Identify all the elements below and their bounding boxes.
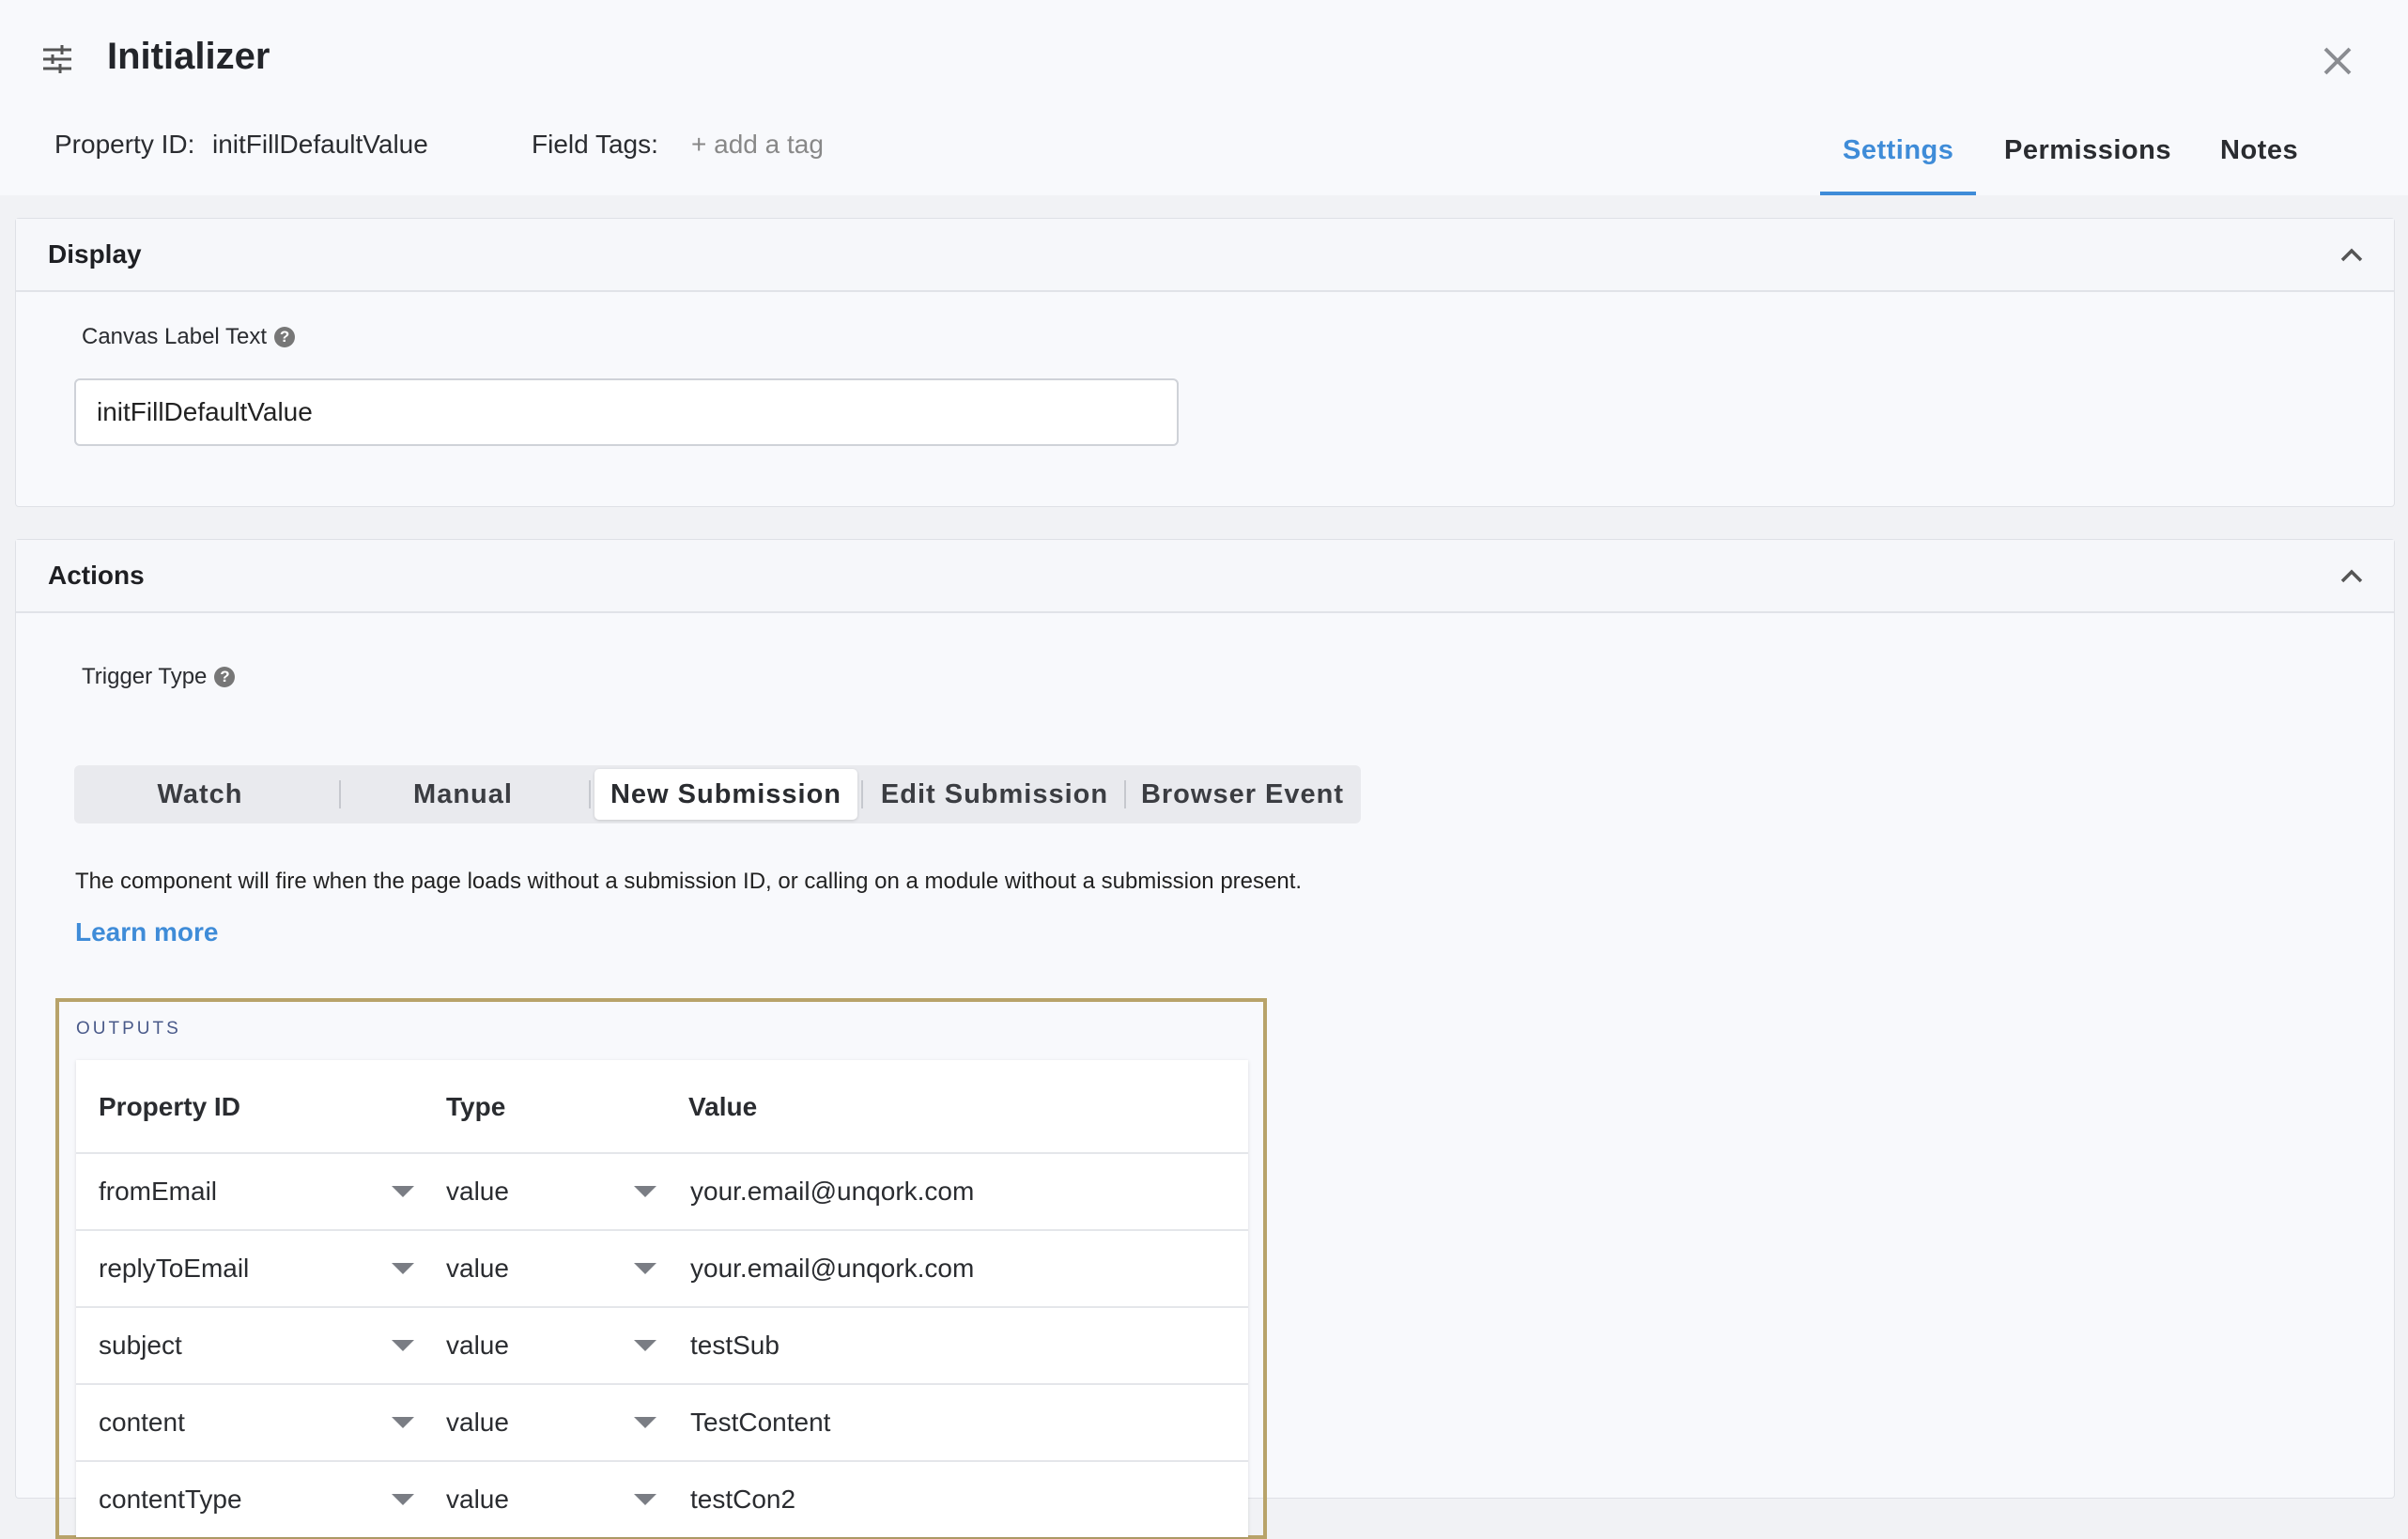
trigger-type-selector: Watch Manual New Submission Edit Submiss… <box>74 765 1361 823</box>
outputs-table-header: Property ID Type Value <box>76 1060 1248 1154</box>
property-id-value: initFillDefaultValue <box>212 130 428 159</box>
help-circle-icon[interactable]: ? <box>214 667 236 687</box>
chevron-up-icon[interactable] <box>2338 241 2366 269</box>
value-field[interactable]: your.email@unqork.com <box>690 1254 974 1284</box>
table-row: contentType value testCon2 <box>76 1462 1248 1537</box>
column-header-property-id: Property ID <box>99 1092 240 1121</box>
property-id-label: Property ID: <box>54 130 195 159</box>
actions-section-title: Actions <box>48 561 145 590</box>
caret-down-icon[interactable] <box>392 1340 414 1351</box>
field-tags-label: Field Tags: <box>532 130 658 159</box>
table-row: replyToEmail value your.email@unqork.com <box>76 1231 1248 1308</box>
outputs-panel: OUTPUTS Property ID Type Value fromEmail… <box>55 998 1267 1539</box>
type-select[interactable]: value <box>446 1331 509 1361</box>
tab-permissions[interactable]: Permissions <box>2004 135 2171 166</box>
add-tag-button[interactable]: + add a tag <box>691 130 824 160</box>
actions-section: Actions Trigger Type ? Watch Manual New … <box>15 539 2395 1539</box>
tab-notes[interactable]: Notes <box>2220 135 2298 166</box>
panel-header: Initializer Property ID: initFillDefault… <box>0 0 2408 195</box>
trigger-option-edit-submission[interactable]: Edit Submission <box>865 769 1124 820</box>
property-id-select[interactable]: subject <box>99 1331 182 1361</box>
close-icon[interactable] <box>2322 45 2354 77</box>
property-id-select[interactable]: replyToEmail <box>99 1254 249 1284</box>
help-circle-icon[interactable]: ? <box>274 327 296 347</box>
trigger-type-caption: Trigger Type ? <box>82 664 236 690</box>
outputs-label: OUTPUTS <box>76 1019 181 1039</box>
divider <box>861 780 863 808</box>
caret-down-icon[interactable] <box>392 1263 414 1274</box>
display-section: Display Canvas Label Text ? <box>15 218 2395 507</box>
caret-down-icon[interactable] <box>392 1417 414 1428</box>
trigger-option-manual[interactable]: Manual <box>343 769 583 820</box>
display-section-header[interactable]: Display <box>16 219 2394 292</box>
canvas-label-caption: Canvas Label Text ? <box>82 324 296 350</box>
caret-down-icon[interactable] <box>634 1186 656 1197</box>
page-title: Initializer <box>107 36 270 77</box>
value-field[interactable]: testSub <box>690 1331 780 1361</box>
active-tab-indicator <box>1820 192 1976 195</box>
tab-settings[interactable]: Settings <box>1843 135 1953 166</box>
caret-down-icon[interactable] <box>392 1494 414 1505</box>
trigger-type-caption-text: Trigger Type <box>82 664 208 689</box>
outputs-table: Property ID Type Value fromEmail value y… <box>76 1060 1248 1537</box>
display-section-title: Display <box>48 239 142 269</box>
value-field[interactable]: TestContent <box>690 1408 830 1438</box>
type-select[interactable]: value <box>446 1408 509 1438</box>
caret-down-icon[interactable] <box>392 1186 414 1197</box>
canvas-label-caption-text: Canvas Label Text <box>82 324 268 349</box>
table-row: content value TestContent <box>76 1385 1248 1462</box>
property-id-select[interactable]: contentType <box>99 1485 242 1515</box>
caret-down-icon[interactable] <box>634 1340 656 1351</box>
trigger-option-new-submission[interactable]: New Submission <box>594 769 857 820</box>
type-select[interactable]: value <box>446 1254 509 1284</box>
trigger-description: The component will fire when the page lo… <box>75 869 1303 894</box>
column-header-type: Type <box>446 1092 506 1121</box>
chevron-up-icon[interactable] <box>2338 562 2366 591</box>
trigger-option-browser-event[interactable]: Browser Event <box>1128 769 1357 820</box>
learn-more-link[interactable]: Learn more <box>75 917 219 947</box>
actions-section-header[interactable]: Actions <box>16 540 2394 613</box>
property-id-select[interactable]: fromEmail <box>99 1177 217 1207</box>
caret-down-icon[interactable] <box>634 1263 656 1274</box>
type-select[interactable]: value <box>446 1177 509 1207</box>
canvas-label-input[interactable] <box>74 378 1179 446</box>
type-select[interactable]: value <box>446 1485 509 1515</box>
divider <box>1124 780 1126 808</box>
column-header-value: Value <box>688 1092 758 1121</box>
trigger-option-watch[interactable]: Watch <box>78 769 322 820</box>
divider <box>589 780 591 808</box>
caret-down-icon[interactable] <box>634 1494 656 1505</box>
table-row: subject value testSub <box>76 1308 1248 1385</box>
property-id-select[interactable]: content <box>99 1408 185 1438</box>
value-field[interactable]: testCon2 <box>690 1485 795 1515</box>
value-field[interactable]: your.email@unqork.com <box>690 1177 974 1207</box>
caret-down-icon[interactable] <box>634 1417 656 1428</box>
divider <box>339 780 341 808</box>
table-row: fromEmail value your.email@unqork.com <box>76 1154 1248 1231</box>
sliders-icon[interactable] <box>41 43 73 75</box>
